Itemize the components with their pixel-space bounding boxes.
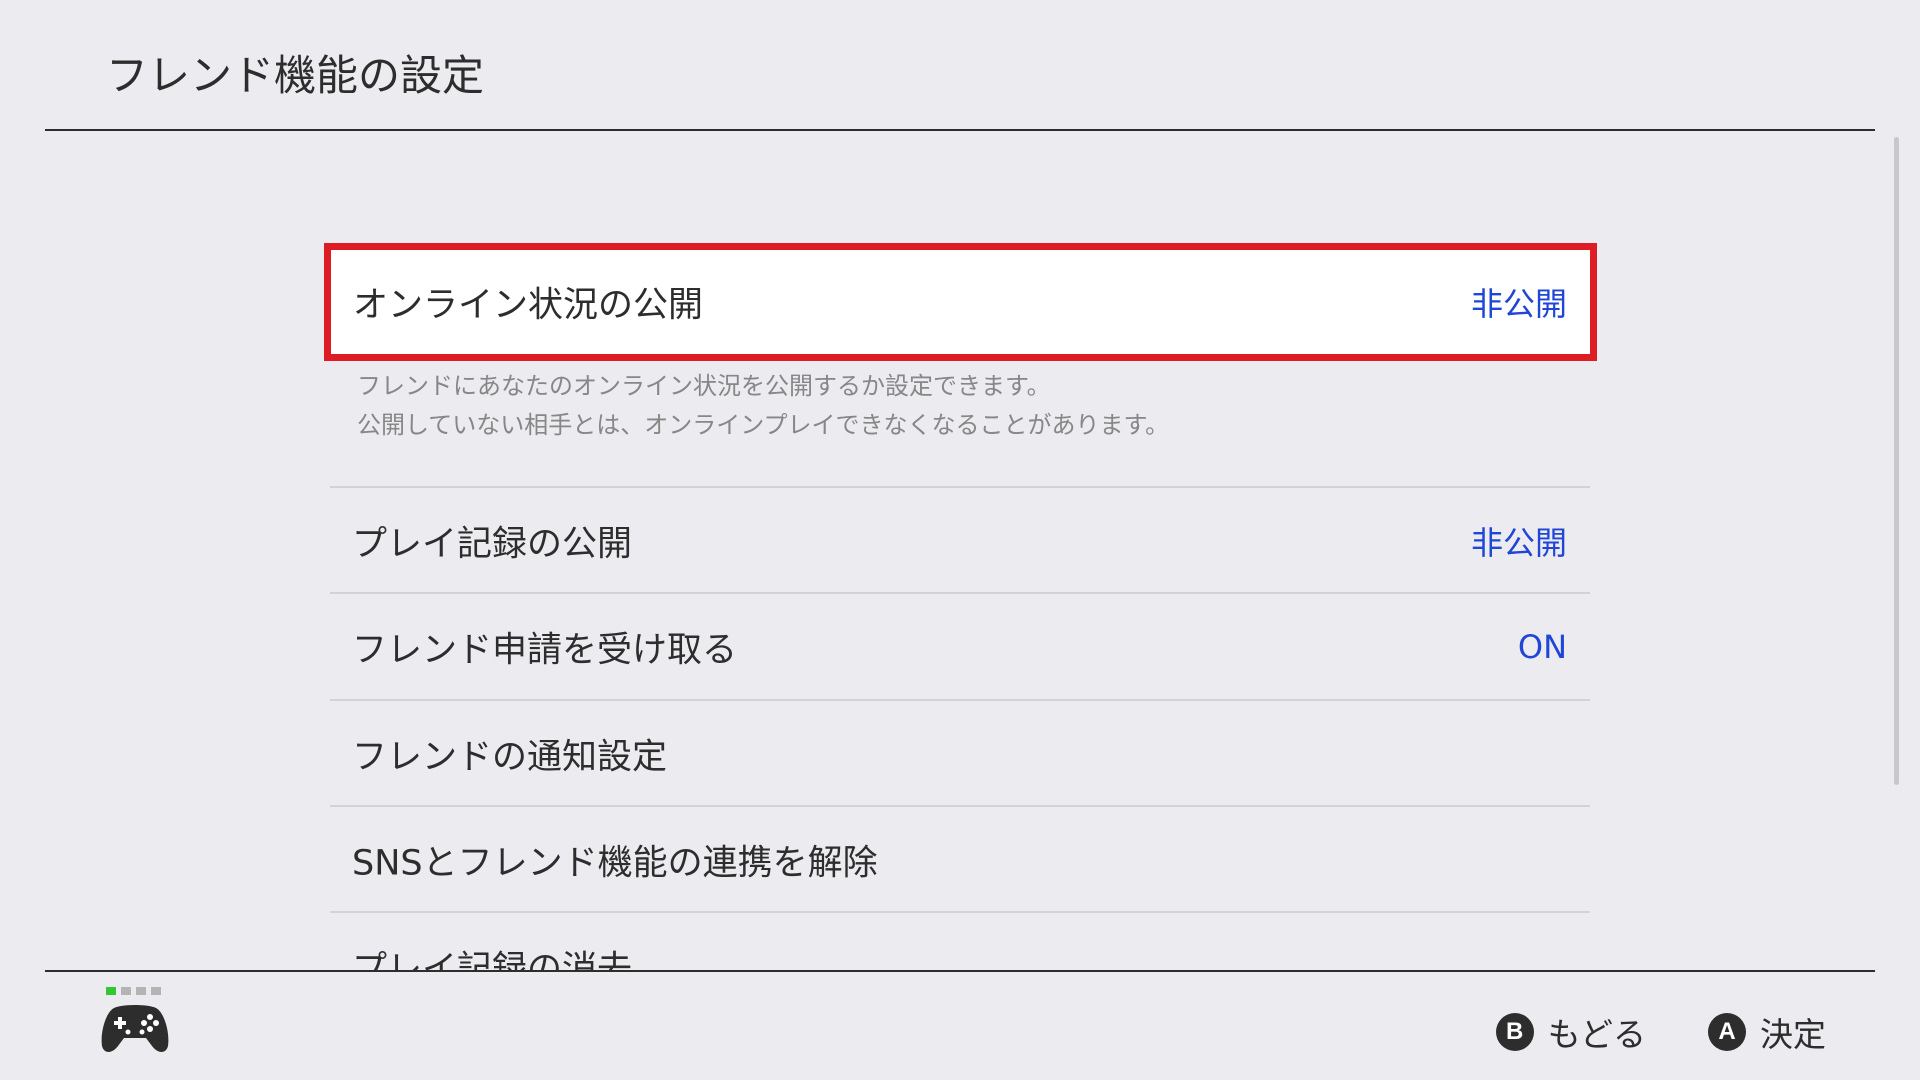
back-button-label: もどる <box>1547 1015 1646 1054</box>
setting-play-activity-value: 非公開 <box>1470 523 1567 562</box>
ok-button-label: 決定 <box>1760 1015 1826 1054</box>
player-slot-active <box>106 987 116 995</box>
setting-friend-requests[interactable]: フレンド申請を受け取る ON <box>330 594 1590 699</box>
description-line-1: フレンドにあなたのオンライン状況を公開するか設定できます。 <box>357 372 1051 400</box>
footer: B もどる A 決定 <box>0 972 1920 1080</box>
setting-play-activity-label: プレイ記録の公開 <box>352 524 633 564</box>
setting-friend-notifications-label: フレンドの通知設定 <box>352 737 668 777</box>
footer-actions: B もどる A 決定 <box>1495 1008 1826 1056</box>
player-slot <box>136 987 146 995</box>
settings-content: オンライン状況の公開 非公開 フレンドにあなたのオンライン状況を公開するか設定で… <box>0 131 1920 971</box>
setting-friend-requests-value: ON <box>1517 627 1567 666</box>
setting-friend-notifications[interactable]: フレンドの通知設定 <box>330 701 1590 806</box>
gamepad-icon <box>101 1005 169 1052</box>
header: フレンド機能の設定 <box>0 0 1920 131</box>
setting-online-status-value: 非公開 <box>1470 285 1567 323</box>
setting-online-status[interactable]: オンライン状況の公開 非公開 <box>324 243 1597 361</box>
player-indicator <box>106 987 161 995</box>
player-slot <box>151 987 161 995</box>
page-title: フレンド機能の設定 <box>106 51 485 100</box>
setting-delete-play-activity[interactable]: プレイ記録の消去 <box>330 913 1590 971</box>
player-slot <box>121 987 131 995</box>
b-button-icon: B <box>1495 1013 1534 1051</box>
ok-button[interactable]: A 決定 <box>1708 1008 1826 1056</box>
back-button[interactable]: B もどる <box>1495 1008 1646 1056</box>
setting-online-status-description: フレンドにあなたのオンライン状況を公開するか設定できます。 公開していない相手と… <box>357 367 1169 445</box>
setting-play-activity[interactable]: プレイ記録の公開 非公開 <box>330 488 1590 593</box>
a-button-icon: A <box>1708 1013 1746 1051</box>
setting-unlink-sns[interactable]: SNSとフレンド機能の連携を解除 <box>330 807 1590 912</box>
setting-friend-requests-label: フレンド申請を受け取る <box>352 630 738 670</box>
setting-online-status-label: オンライン状況の公開 <box>353 285 704 326</box>
setting-unlink-sns-label: SNSとフレンド機能の連携を解除 <box>352 843 878 883</box>
setting-delete-play-activity-label: プレイ記録の消去 <box>352 949 633 971</box>
description-line-2: 公開していない相手とは、オンラインプレイできなくなることがあります。 <box>357 411 1170 439</box>
